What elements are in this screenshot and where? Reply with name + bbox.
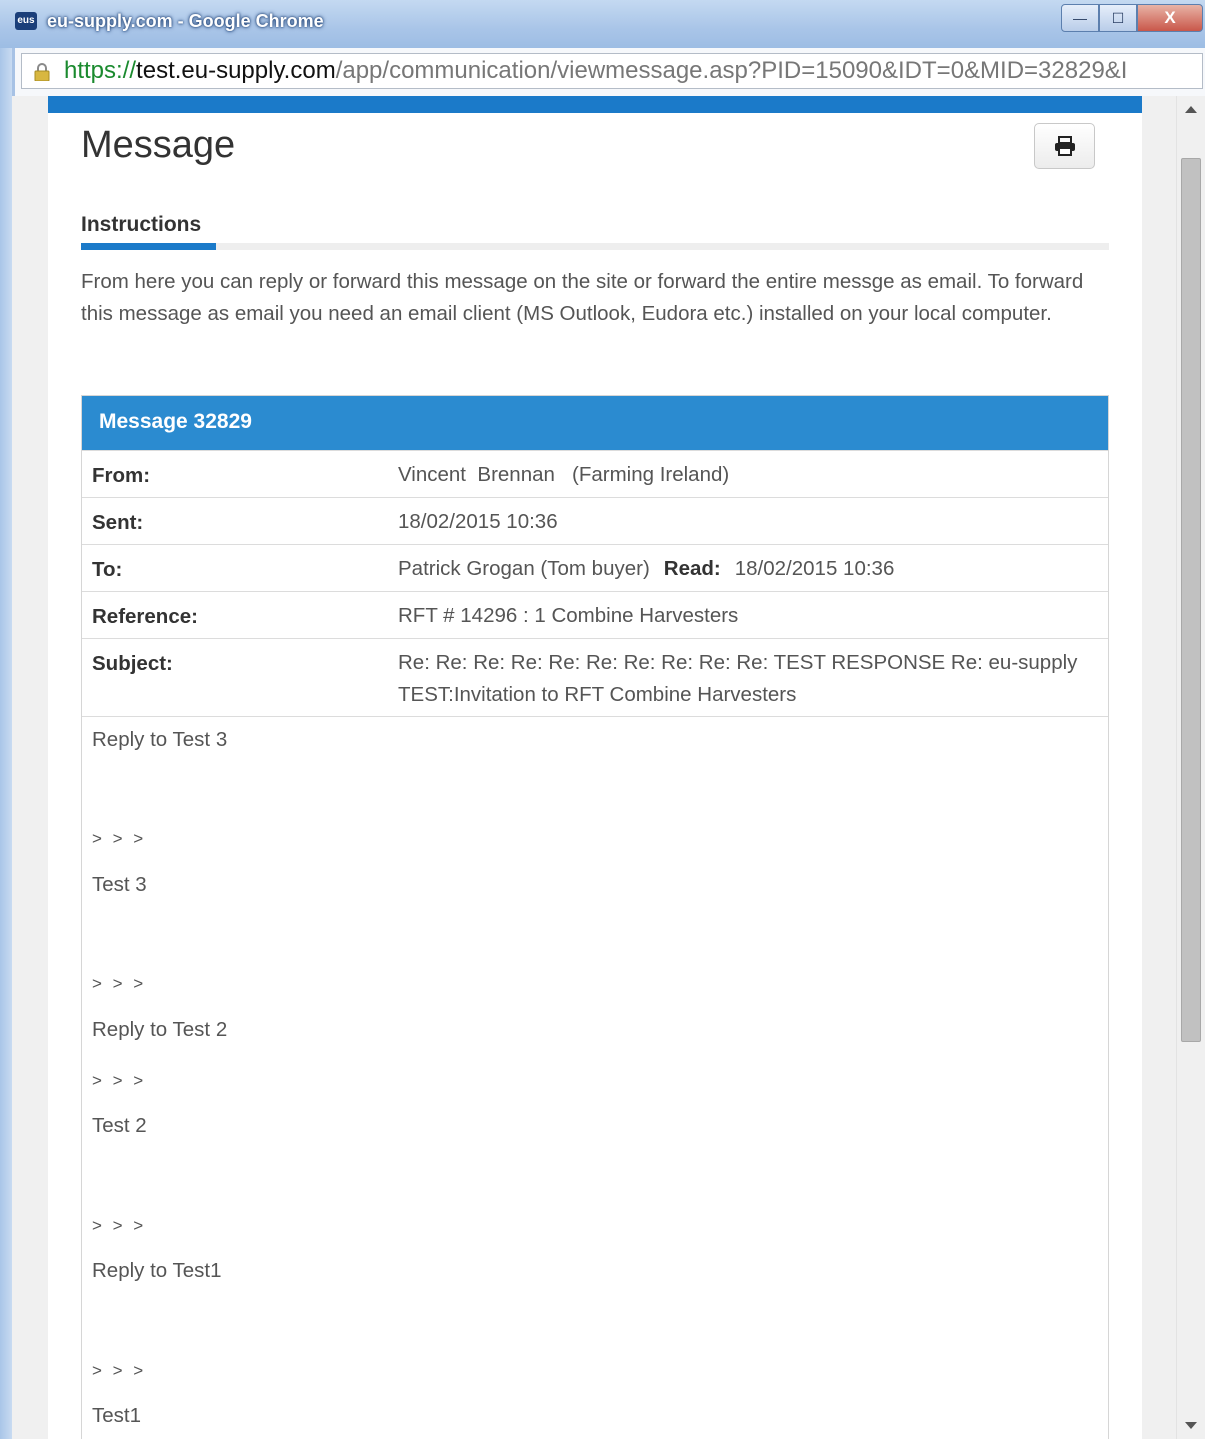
message-card: Message 32829 From: Vincent Brennan (Far… (81, 395, 1109, 1439)
read-label: Read: (663, 557, 721, 580)
body-line: Reply to Test 3 (92, 728, 228, 751)
instructions-tab[interactable]: Instructions (81, 213, 201, 237)
scroll-up-arrow-icon[interactable] (1185, 106, 1197, 113)
from-row: From: Vincent Brennan (Farming Ireland) (82, 450, 1108, 497)
lock-icon (34, 63, 50, 81)
sent-value: 18/02/2015 10:36 (398, 510, 558, 533)
print-button[interactable] (1034, 123, 1095, 169)
subject-row: Subject: Re: Re: Re: Re: Re: Re: Re: Re:… (82, 638, 1108, 716)
reference-value: RFT # 14296 : 1 Combine Harvesters (398, 604, 739, 627)
body-line: Reply to Test 2 (92, 1018, 228, 1041)
page-viewport: Message Instructions From here you can r… (12, 96, 1176, 1439)
close-button[interactable]: X (1137, 4, 1203, 32)
url-path: /app/communication/viewmessage.asp?PID=1… (335, 57, 1128, 84)
address-bar-area: https://test.eu-supply.com/app/communica… (12, 48, 1205, 96)
site-favicon-icon: eus (15, 12, 37, 30)
quote-marker: > > > (92, 1216, 147, 1235)
read-value: 18/02/2015 10:36 (734, 557, 895, 580)
scrollbar-thumb[interactable] (1181, 158, 1201, 1042)
message-header-title: Message 32829 (99, 410, 252, 433)
message-body: Reply to Test 3 > > > Test 3 > > > Reply… (82, 716, 1108, 1427)
url-host: test.eu-supply.com (136, 57, 336, 84)
instructions-text: From here you can reply or forward this … (81, 270, 1084, 325)
instructions-divider (81, 243, 1109, 250)
subject-label: Subject: (92, 652, 173, 675)
printer-icon (1054, 136, 1075, 156)
maximize-icon: ☐ (1111, 9, 1125, 26)
subject-value: Re: Re: Re: Re: Re: Re: Re: Re: Re: Re: … (398, 651, 1078, 706)
quote-marker: > > > (92, 1361, 147, 1380)
scroll-down-arrow-icon[interactable] (1185, 1422, 1197, 1429)
top-accent-bar (48, 96, 1142, 113)
window-title: eu-supply.com - Google Chrome (47, 11, 324, 31)
url-text[interactable]: https://test.eu-supply.com/app/communica… (64, 57, 1196, 85)
from-label: From: (92, 464, 151, 487)
body-line: Test 3 (92, 873, 147, 896)
maximize-button[interactable]: ☐ (1099, 4, 1137, 32)
reference-row: Reference: RFT # 14296 : 1 Combine Harve… (82, 591, 1108, 638)
url-scheme: https:// (64, 57, 137, 84)
sent-row: Sent: 18/02/2015 10:36 (82, 497, 1108, 544)
to-value: Patrick Grogan (Tom buyer) (398, 557, 650, 580)
body-line: Test 2 (92, 1114, 147, 1137)
quote-marker: > > > (92, 974, 147, 993)
window-frame-left (0, 48, 12, 1439)
close-icon: X (1164, 8, 1176, 27)
body-line: Reply to Test1 (92, 1259, 222, 1282)
page-title: Message (81, 124, 236, 166)
minimize-button[interactable]: — (1061, 4, 1099, 32)
window-controls: — ☐ X (1061, 4, 1203, 32)
from-value: Vincent Brennan (Farming Ireland) (398, 463, 730, 486)
minimize-icon: — (1073, 10, 1087, 26)
message-header: Message 32829 (82, 396, 1108, 450)
quote-marker: > > > (92, 829, 147, 848)
instructions-tab-indicator (81, 243, 216, 250)
to-label: To: (92, 558, 123, 581)
to-value-group: Patrick Grogan (Tom buyer) Read: 18/02/201… (398, 553, 1098, 585)
sent-label: Sent: (92, 511, 144, 534)
content-panel: Message Instructions From here you can r… (48, 96, 1142, 1439)
body-line: Test1 (92, 1404, 141, 1427)
window-titlebar: eus eu-supply.com - Google Chrome — ☐ X (0, 0, 1205, 48)
reference-label: Reference: (92, 605, 198, 628)
quote-marker: > > > (92, 1071, 147, 1090)
vertical-scrollbar[interactable] (1176, 96, 1205, 1439)
address-bar[interactable]: https://test.eu-supply.com/app/communica… (21, 53, 1203, 89)
to-row: To: Patrick Grogan (Tom buyer) Read: 18/02… (82, 544, 1108, 591)
